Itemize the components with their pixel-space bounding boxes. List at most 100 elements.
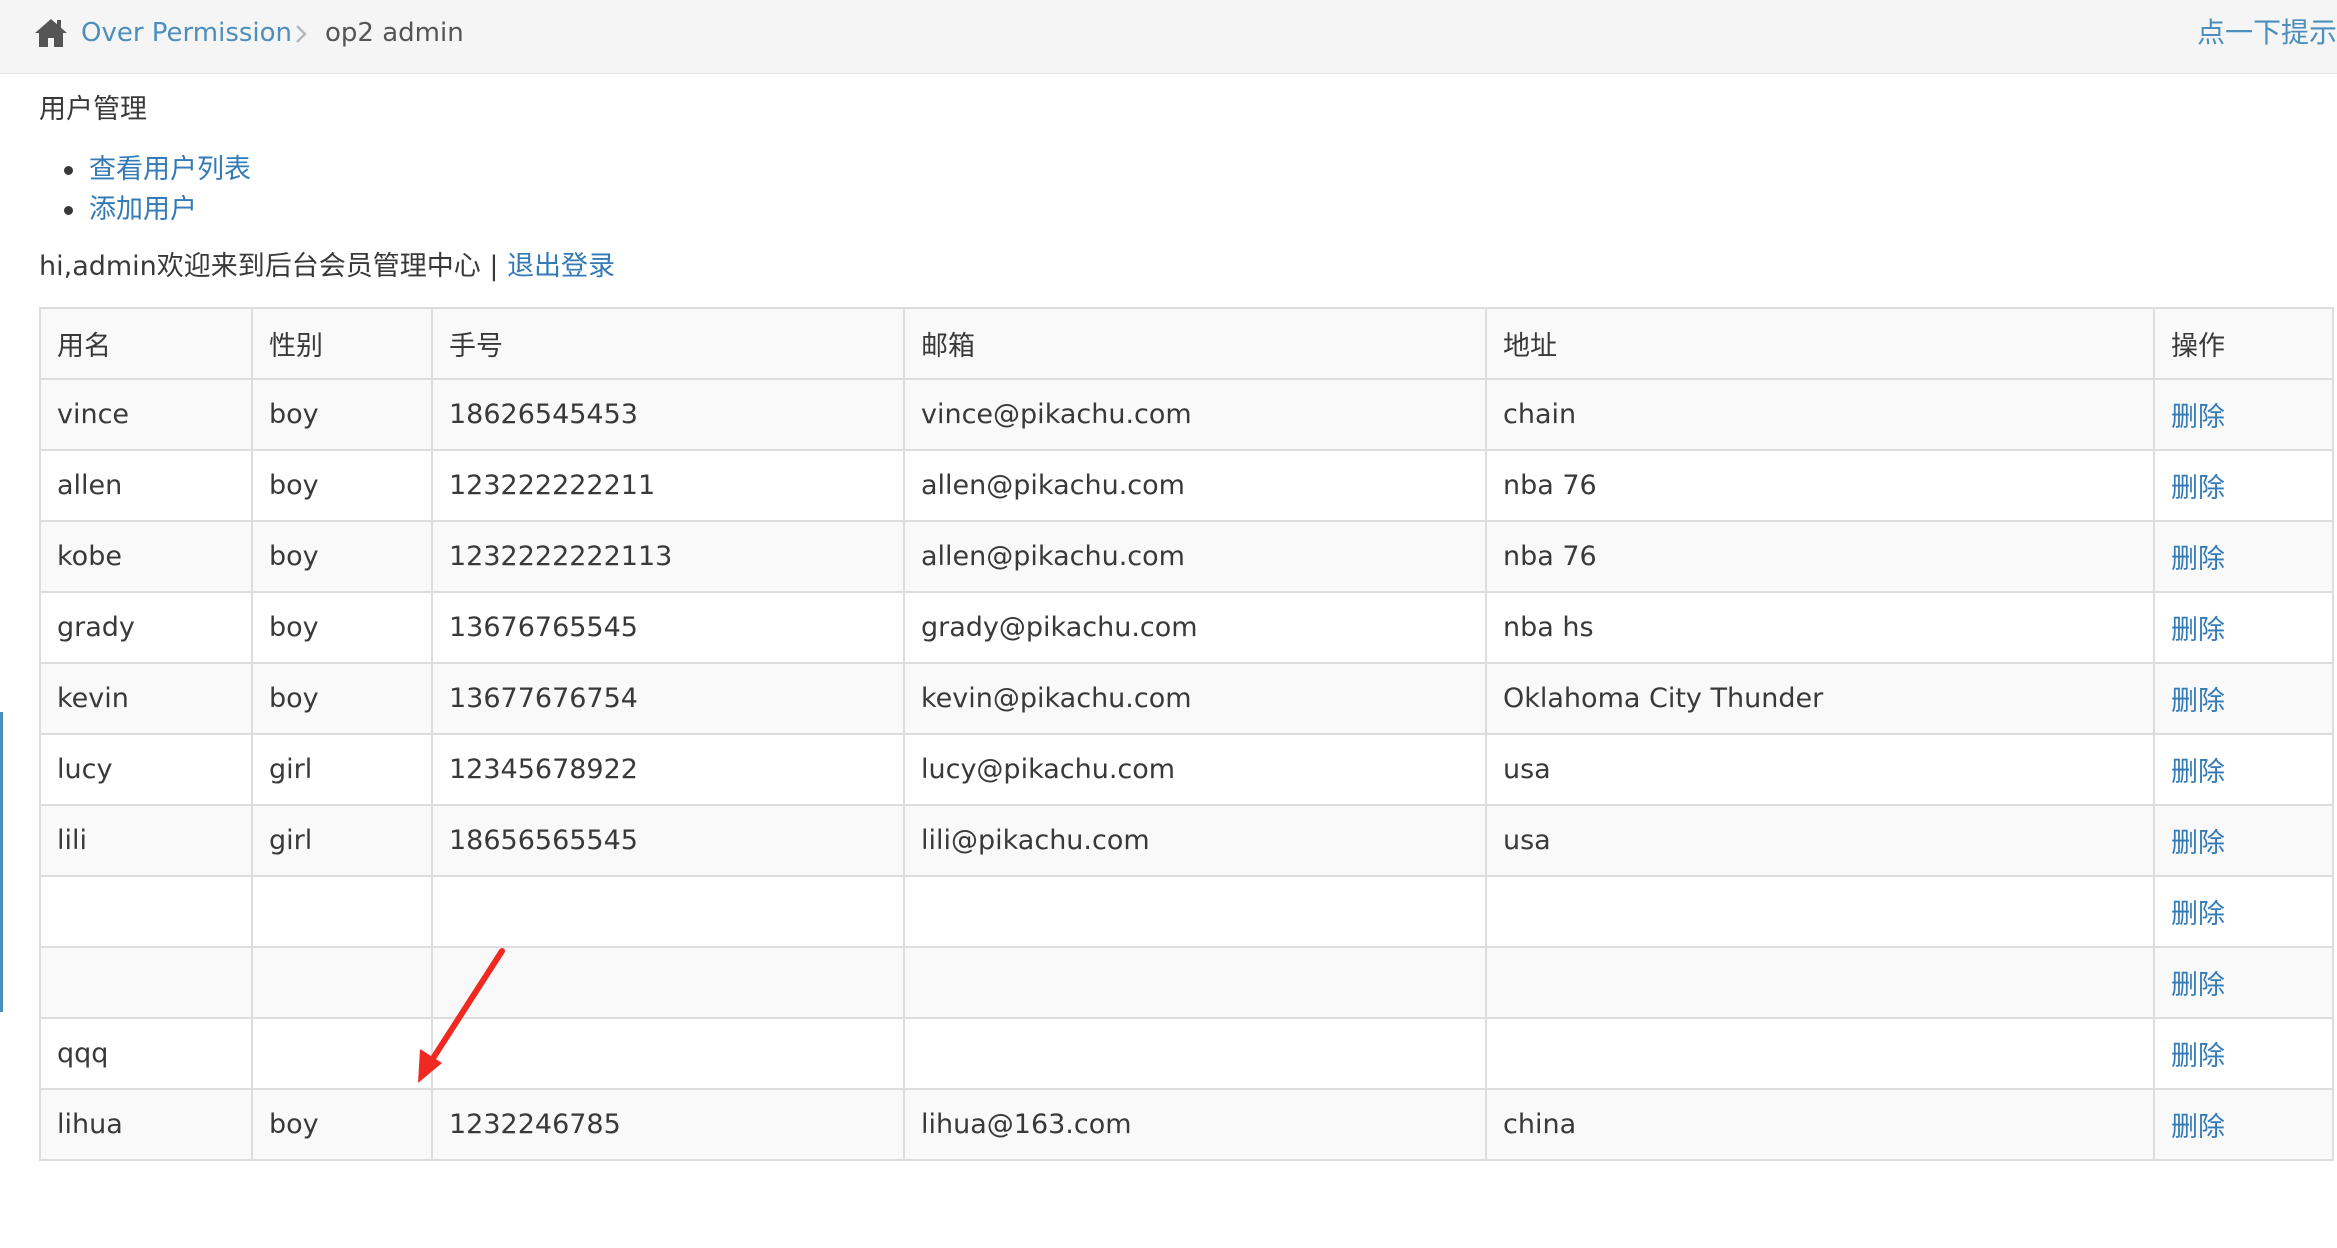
cell-email bbox=[903, 875, 1487, 948]
header-phone: 手号 bbox=[431, 307, 905, 380]
cell-action: 删除 bbox=[2153, 946, 2334, 1019]
view-user-list-link[interactable]: 查看用户列表 bbox=[89, 154, 251, 185]
header-action: 操作 bbox=[2153, 307, 2334, 380]
delete-link[interactable]: 删除 bbox=[2171, 757, 2225, 788]
cell-phone: 13676765545 bbox=[431, 591, 905, 664]
cell-email: vince@pikachu.com bbox=[903, 378, 1487, 451]
breadcrumb-link-over-permission[interactable]: Over Permission bbox=[81, 16, 292, 50]
cell-action: 删除 bbox=[2153, 591, 2334, 664]
red-arrow-icon bbox=[418, 948, 505, 1083]
hint-link[interactable]: 点一下提示 bbox=[2197, 16, 2337, 50]
chevron-right-icon bbox=[296, 25, 307, 43]
cell-address: nba 76 bbox=[1485, 449, 2155, 522]
cell-action: 删除 bbox=[2153, 449, 2334, 522]
table-row: kobe boy 1232222222113 allen@pikachu.com… bbox=[39, 520, 2334, 593]
cell-phone bbox=[431, 875, 905, 948]
cell-action: 删除 bbox=[2153, 520, 2334, 593]
table-row: kevin boy 13677676754 kevin@pikachu.com … bbox=[39, 662, 2334, 735]
cell-action: 删除 bbox=[2153, 804, 2334, 877]
cell-phone: 13677676754 bbox=[431, 662, 905, 735]
cell-email bbox=[903, 1017, 1487, 1090]
delete-link[interactable]: 删除 bbox=[2171, 615, 2225, 646]
home-icon[interactable] bbox=[33, 17, 69, 49]
sidebar-edge bbox=[0, 712, 3, 1012]
delete-link[interactable]: 删除 bbox=[2171, 686, 2225, 717]
cell-email bbox=[903, 946, 1487, 1019]
delete-link[interactable]: 删除 bbox=[2171, 473, 2225, 504]
delete-link[interactable]: 删除 bbox=[2171, 828, 2225, 859]
cell-sex: boy bbox=[251, 1088, 433, 1161]
table-row: lili girl 18656565545 lili@pikachu.com u… bbox=[39, 804, 2334, 877]
logout-link[interactable]: 退出登录 bbox=[507, 251, 615, 282]
cell-phone: 1232246785 bbox=[431, 1088, 905, 1161]
cell-address: Oklahoma City Thunder bbox=[1485, 662, 2155, 735]
user-table: 用名 性别 手号 邮箱 地址 操作 vince boy 18626545453 … bbox=[39, 307, 2334, 1161]
welcome-text: hi,admin欢迎来到后台会员管理中心 | bbox=[39, 251, 508, 282]
breadcrumb-bar: Over Permission op2 admin 点一下提示 bbox=[0, 0, 2337, 74]
cell-name: vince bbox=[39, 378, 253, 451]
cell-email: kevin@pikachu.com bbox=[903, 662, 1487, 735]
cell-action: 删除 bbox=[2153, 875, 2334, 948]
add-user-link[interactable]: 添加用户 bbox=[89, 194, 197, 225]
cell-name: qqq bbox=[39, 1017, 253, 1090]
cell-address bbox=[1485, 1017, 2155, 1090]
cell-sex bbox=[251, 875, 433, 948]
cell-address bbox=[1485, 875, 2155, 948]
cell-name: lili bbox=[39, 804, 253, 877]
table-row: 删除 bbox=[39, 946, 2334, 1019]
cell-phone: 18656565545 bbox=[431, 804, 905, 877]
table-row: vince boy 18626545453 vince@pikachu.com … bbox=[39, 378, 2334, 451]
cell-name: grady bbox=[39, 591, 253, 664]
cell-sex: boy bbox=[251, 591, 433, 664]
cell-sex: boy bbox=[251, 662, 433, 735]
user-menu: 查看用户列表 添加用户 bbox=[64, 150, 251, 230]
table-row: 删除 bbox=[39, 875, 2334, 948]
cell-sex bbox=[251, 946, 433, 1019]
cell-address: china bbox=[1485, 1088, 2155, 1161]
cell-sex: boy bbox=[251, 449, 433, 522]
header-email: 邮箱 bbox=[903, 307, 1487, 380]
table-row: qqq 删除 bbox=[39, 1017, 2334, 1090]
cell-email: lili@pikachu.com bbox=[903, 804, 1487, 877]
breadcrumb-current: op2 admin bbox=[325, 18, 464, 48]
table-row: allen boy 123222222211 allen@pikachu.com… bbox=[39, 449, 2334, 522]
cell-address: usa bbox=[1485, 733, 2155, 806]
delete-link[interactable]: 删除 bbox=[2171, 1041, 2225, 1072]
cell-sex bbox=[251, 1017, 433, 1090]
cell-address: chain bbox=[1485, 378, 2155, 451]
cell-name: allen bbox=[39, 449, 253, 522]
cell-name: kobe bbox=[39, 520, 253, 593]
header-sex: 性别 bbox=[251, 307, 433, 380]
cell-action: 删除 bbox=[2153, 378, 2334, 451]
cell-phone: 18626545453 bbox=[431, 378, 905, 451]
delete-link[interactable]: 删除 bbox=[2171, 402, 2225, 433]
cell-phone: 12345678922 bbox=[431, 733, 905, 806]
cell-address: nba hs bbox=[1485, 591, 2155, 664]
cell-email: allen@pikachu.com bbox=[903, 520, 1487, 593]
cell-name bbox=[39, 946, 253, 1019]
cell-name: lucy bbox=[39, 733, 253, 806]
cell-address: usa bbox=[1485, 804, 2155, 877]
cell-name: kevin bbox=[39, 662, 253, 735]
table-header-row: 用名 性别 手号 邮箱 地址 操作 bbox=[39, 307, 2334, 380]
delete-link[interactable]: 删除 bbox=[2171, 899, 2225, 930]
cell-address: nba 76 bbox=[1485, 520, 2155, 593]
cell-action: 删除 bbox=[2153, 662, 2334, 735]
cell-name bbox=[39, 875, 253, 948]
table-row: lucy girl 12345678922 lucy@pikachu.com u… bbox=[39, 733, 2334, 806]
header-name: 用名 bbox=[39, 307, 253, 380]
table-row: grady boy 13676765545 grady@pikachu.com … bbox=[39, 591, 2334, 664]
cell-email: allen@pikachu.com bbox=[903, 449, 1487, 522]
cell-email: grady@pikachu.com bbox=[903, 591, 1487, 664]
delete-link[interactable]: 删除 bbox=[2171, 544, 2225, 575]
delete-link[interactable]: 删除 bbox=[2171, 1112, 2225, 1143]
delete-link[interactable]: 删除 bbox=[2171, 970, 2225, 1001]
menu-item: 查看用户列表 bbox=[64, 150, 251, 190]
cell-address bbox=[1485, 946, 2155, 1019]
cell-email: lihua@163.com bbox=[903, 1088, 1487, 1161]
cell-action: 删除 bbox=[2153, 1017, 2334, 1090]
cell-name: lihua bbox=[39, 1088, 253, 1161]
cell-sex: boy bbox=[251, 520, 433, 593]
cell-sex: girl bbox=[251, 804, 433, 877]
cell-sex: boy bbox=[251, 378, 433, 451]
